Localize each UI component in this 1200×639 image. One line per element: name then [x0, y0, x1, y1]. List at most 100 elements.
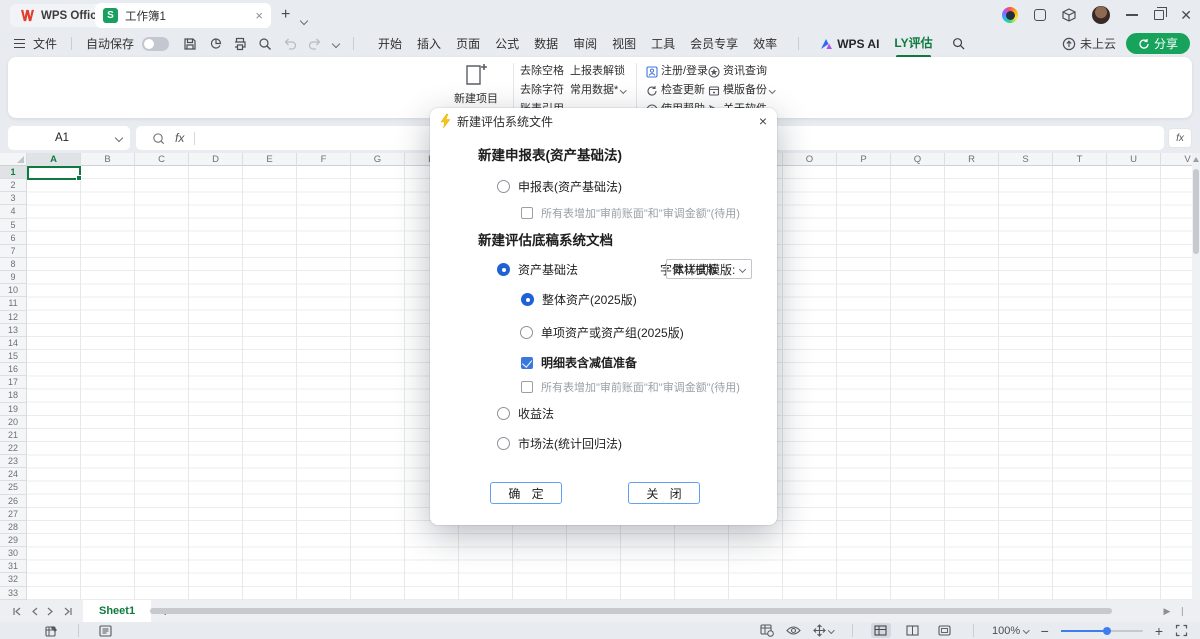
print-icon[interactable] — [233, 37, 247, 51]
redo-icon[interactable] — [308, 37, 322, 51]
radio-single-asset[interactable] — [520, 326, 533, 339]
radio-market-method-label[interactable]: 市场法(统计回归法) — [518, 435, 622, 452]
zoom-slider-knob[interactable] — [1103, 627, 1111, 635]
dialog-close-icon[interactable]: × — [759, 113, 767, 129]
tab-review[interactable]: 审阅 — [573, 35, 597, 52]
tab-tools[interactable]: 工具 — [651, 35, 675, 52]
active-cell-selection[interactable] — [27, 166, 81, 180]
font-template-select[interactable]: 默认模版 — [666, 259, 752, 279]
tab-close-icon[interactable]: × — [255, 8, 263, 23]
column-header[interactable]: D — [189, 153, 243, 166]
document-tab[interactable]: S 工作簿1 × — [95, 3, 271, 28]
row-header[interactable]: 10 — [0, 284, 26, 297]
row-header[interactable]: 5 — [0, 219, 26, 232]
row-header[interactable]: 6 — [0, 232, 26, 245]
row-header[interactable]: 3 — [0, 192, 26, 205]
row-header[interactable]: 26 — [0, 495, 26, 508]
radio-asset-basis[interactable] — [497, 263, 510, 276]
row-header[interactable]: 11 — [0, 297, 26, 310]
row-header[interactable]: 12 — [0, 311, 26, 324]
row-header[interactable]: 30 — [0, 547, 26, 560]
scroll-up-arrow-icon[interactable] — [1193, 157, 1199, 162]
next-sheet-icon[interactable] — [47, 607, 54, 616]
tab-ly-evaluate-active[interactable]: LY评估 — [894, 34, 932, 53]
export-pdf-icon[interactable] — [208, 37, 222, 51]
checkbox-add-audit-columns-2[interactable] — [521, 381, 533, 393]
remove-chars-button[interactable]: 去除字符 — [520, 81, 564, 100]
row-header[interactable]: 33 — [0, 587, 26, 600]
row-header[interactable]: 2 — [0, 179, 26, 192]
tab-home[interactable]: 开始 — [378, 35, 402, 52]
share-button[interactable]: 分享 — [1126, 33, 1190, 54]
row-header[interactable]: 29 — [0, 534, 26, 547]
radio-income-method[interactable] — [497, 407, 510, 420]
row-header[interactable]: 18 — [0, 389, 26, 402]
column-header[interactable]: R — [945, 153, 999, 166]
zoom-slider[interactable] — [1061, 630, 1143, 632]
row-header[interactable]: 13 — [0, 324, 26, 337]
column-header[interactable]: P — [837, 153, 891, 166]
remove-spaces-button[interactable]: 去除空格 — [520, 62, 564, 81]
formula-bar-expand-icon[interactable]: fx — [1168, 128, 1192, 148]
quick-access-chevron-icon[interactable] — [332, 39, 340, 47]
eye-protect-icon[interactable] — [786, 625, 801, 636]
register-login-button[interactable]: 注册/登录 — [646, 62, 708, 81]
close-button[interactable]: 关 闭 — [628, 482, 700, 504]
row-header[interactable]: 17 — [0, 376, 26, 389]
column-header[interactable]: S — [999, 153, 1053, 166]
sheet-tab-active[interactable]: Sheet1 — [83, 600, 151, 622]
check-update-button[interactable]: 检查更新 — [646, 81, 708, 100]
checkbox-detail-impairment[interactable] — [521, 357, 533, 369]
pane-split-handle[interactable]: ❘ — [1178, 606, 1186, 617]
undo-icon[interactable] — [283, 37, 297, 51]
row-header[interactable]: 22 — [0, 442, 26, 455]
column-header[interactable]: V — [1161, 153, 1192, 166]
insert-function-search-icon[interactable] — [152, 132, 165, 145]
column-header[interactable]: E — [243, 153, 297, 166]
row-header[interactable]: 8 — [0, 258, 26, 271]
template-backup-dropdown[interactable]: 模版备份 — [708, 81, 775, 100]
prev-sheet-icon[interactable] — [31, 607, 38, 616]
info-query-button[interactable]: 资讯查询 — [708, 62, 775, 81]
scroll-right-arrow-icon[interactable]: ▶ — [1164, 606, 1171, 617]
column-header[interactable]: B — [81, 153, 135, 166]
row-header[interactable]: 21 — [0, 429, 26, 442]
row-header[interactable]: 28 — [0, 521, 26, 534]
row-header[interactable]: 7 — [0, 245, 26, 258]
name-box[interactable]: A1 — [8, 126, 130, 150]
radio-market-method[interactable] — [497, 437, 510, 450]
row-header[interactable]: 1 — [0, 166, 26, 179]
row-header[interactable]: 9 — [0, 271, 26, 284]
ok-button[interactable]: 确 定 — [490, 482, 562, 504]
radio-single-asset-label[interactable]: 单项资产或资产组(2025版) — [541, 324, 684, 341]
checkbox-detail-impairment-label[interactable]: 明细表含减值准备 — [541, 354, 637, 371]
row-header[interactable]: 14 — [0, 337, 26, 350]
page-break-view-button[interactable] — [935, 623, 955, 638]
row-header[interactable]: 27 — [0, 508, 26, 521]
user-avatar[interactable] — [1092, 6, 1110, 24]
outline-view-icon[interactable] — [99, 625, 112, 637]
zoom-level-dropdown[interactable]: 100% — [992, 625, 1029, 637]
column-header[interactable]: F — [297, 153, 351, 166]
checkbox-add-audit-columns-2-label[interactable]: 所有表增加"审前账面"和"审调金额"(待用) — [541, 379, 740, 395]
dialog-titlebar[interactable]: 新建评估系统文件 × — [430, 108, 777, 134]
new-project-button[interactable]: 新建项目 — [440, 61, 512, 106]
radio-income-method-label[interactable]: 收益法 — [518, 405, 554, 422]
report-unlock-button[interactable]: 上报表解锁 — [570, 62, 626, 81]
last-sheet-icon[interactable] — [63, 607, 73, 616]
radio-declare-table-label[interactable]: 申报表(资产基础法) — [518, 178, 622, 195]
tab-page[interactable]: 页面 — [456, 35, 480, 52]
vertical-scroll-thumb[interactable] — [1193, 169, 1199, 254]
tab-data[interactable]: 数据 — [534, 35, 558, 52]
ai-assistant-icon[interactable] — [1002, 7, 1018, 23]
tab-list-chevron-icon[interactable] — [301, 11, 307, 29]
row-header[interactable]: 23 — [0, 455, 26, 468]
normal-view-button[interactable] — [871, 623, 891, 638]
row-header[interactable]: 4 — [0, 205, 26, 218]
zoom-in-button[interactable]: + — [1155, 624, 1163, 638]
column-header[interactable]: O — [783, 153, 837, 166]
row-header[interactable]: 20 — [0, 416, 26, 429]
hand-tool-dropdown[interactable] — [813, 624, 834, 637]
checkbox-add-audit-columns-1-label[interactable]: 所有表增加"审前账面"和"审调金额"(待用) — [541, 205, 740, 221]
page-layout-view-button[interactable] — [903, 623, 923, 638]
